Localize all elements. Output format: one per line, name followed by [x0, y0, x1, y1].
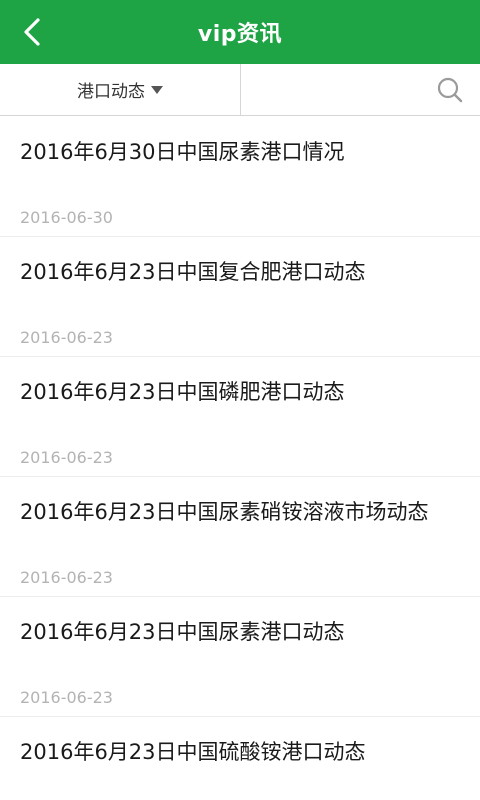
- item-title: 2016年6月23日中国磷肥港口动态: [20, 380, 345, 404]
- news-list: 2016年6月30日中国尿素港口情况 2016-06-30 2016年6月23日…: [0, 117, 480, 800]
- list-item[interactable]: 2016年6月23日中国尿素港口动态 2016-06-23: [0, 597, 480, 717]
- item-title: 2016年6月23日中国硫酸铵港口动态: [20, 740, 366, 764]
- search-input[interactable]: [241, 64, 480, 115]
- list-item[interactable]: 2016年6月23日中国复合肥港口动态 2016-06-23: [0, 237, 480, 357]
- caret-down-icon: [151, 85, 163, 94]
- item-date: 2016-06-23: [20, 328, 113, 347]
- list-item[interactable]: 2016年6月23日中国磷肥港口动态 2016-06-23: [0, 357, 480, 477]
- filter-bar: 港口动态: [0, 64, 480, 116]
- list-item[interactable]: 2016年6月23日中国尿素硝铵溶液市场动态 2016-06-23: [0, 477, 480, 597]
- item-date: 2016-06-23: [20, 568, 113, 587]
- chevron-left-icon: [24, 18, 40, 46]
- app-header: vip资讯: [0, 0, 480, 64]
- page-title: vip资讯: [197, 22, 283, 47]
- item-date: 2016-06-30: [20, 208, 113, 227]
- item-title: 2016年6月23日中国尿素硝铵溶液市场动态: [20, 500, 429, 524]
- item-date: 2016-06-23: [20, 448, 113, 467]
- category-dropdown[interactable]: 港口动态: [0, 64, 241, 115]
- list-item[interactable]: 2016年6月30日中国尿素港口情况 2016-06-30: [0, 117, 480, 237]
- item-date: 2016-06-23: [20, 688, 113, 707]
- item-title: 2016年6月23日中国尿素港口动态: [20, 620, 345, 644]
- item-title: 2016年6月23日中国复合肥港口动态: [20, 260, 366, 284]
- item-title: 2016年6月30日中国尿素港口情况: [20, 140, 345, 164]
- search-icon[interactable]: [436, 76, 464, 104]
- back-button[interactable]: [0, 0, 64, 64]
- list-item[interactable]: 2016年6月23日中国硫酸铵港口动态: [0, 717, 480, 800]
- category-dropdown-label: 港口动态: [77, 82, 145, 102]
